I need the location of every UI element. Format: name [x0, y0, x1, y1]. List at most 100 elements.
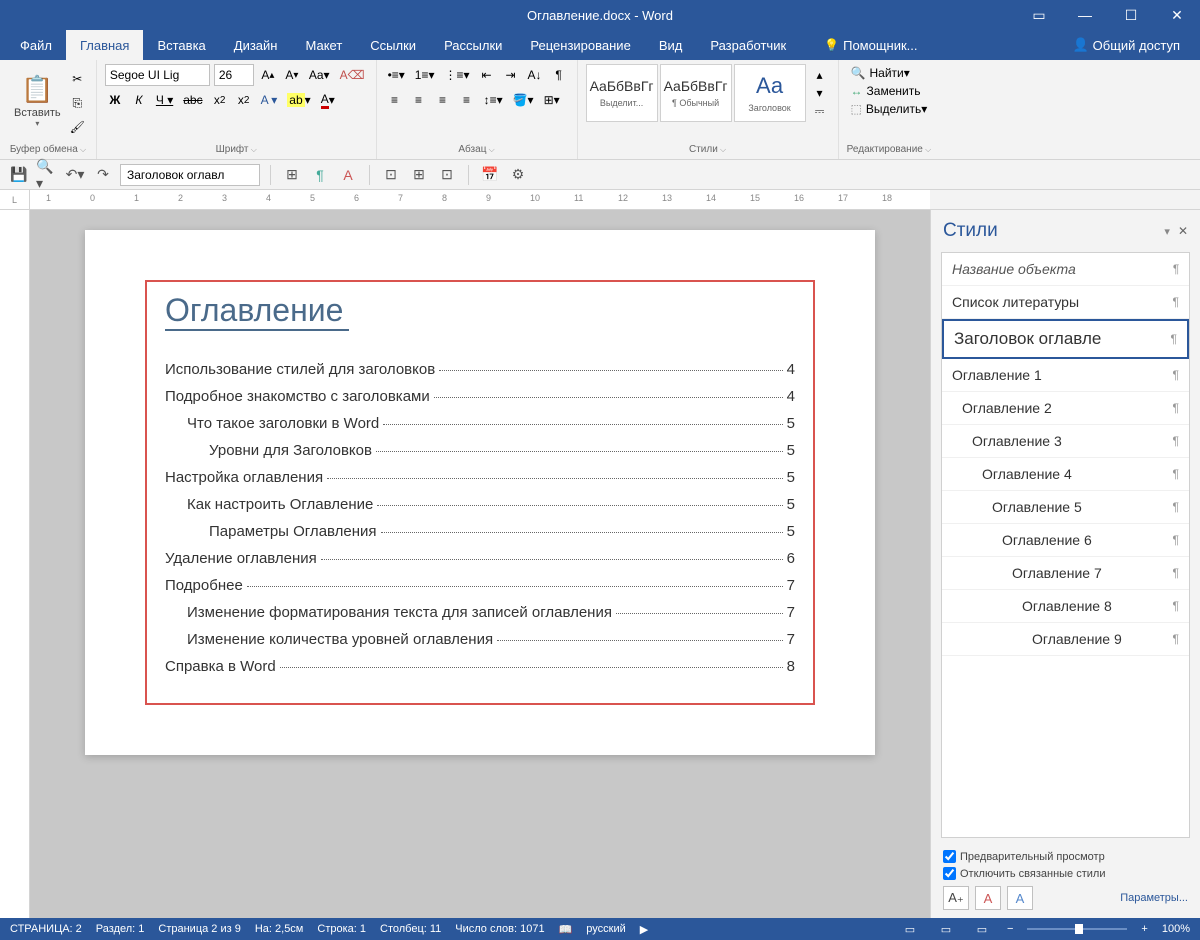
style-inspector-button[interactable]: A: [975, 886, 1001, 910]
toc-entry[interactable]: Подробнее7: [165, 577, 795, 594]
style-item[interactable]: Заголовок оглавле¶: [942, 319, 1189, 359]
italic-button[interactable]: К: [129, 89, 149, 111]
tab-mailings[interactable]: Рассылки: [430, 30, 516, 60]
find-button[interactable]: Найти ▾: [847, 64, 932, 82]
style-item[interactable]: Оглавление 4¶: [942, 458, 1189, 491]
style-item[interactable]: Название объекта¶: [942, 253, 1189, 286]
toc-entry[interactable]: Как настроить Оглавление5: [165, 496, 795, 513]
font-size-select[interactable]: [214, 64, 254, 86]
styles-scroll-up[interactable]: ▴: [810, 66, 830, 84]
style-item[interactable]: Оглавление 8¶: [942, 590, 1189, 623]
toc-entry[interactable]: Использование стилей для заголовков4: [165, 361, 795, 378]
toc-entry[interactable]: Изменение количества уровней оглавления7: [165, 631, 795, 648]
text-effects-button[interactable]: A ▾: [258, 89, 281, 111]
change-case-button[interactable]: Aa▾: [306, 64, 333, 86]
view-print-layout[interactable]: ▭: [935, 920, 957, 938]
toc-entry[interactable]: Настройка оглавления5: [165, 469, 795, 486]
style-tile-heading[interactable]: Аа Заголовок: [734, 64, 806, 122]
preview-icon[interactable]: 🔍▾: [36, 164, 58, 186]
borders-button[interactable]: ⊞▾: [541, 89, 563, 111]
tab-view[interactable]: Вид: [645, 30, 697, 60]
document-area[interactable]: Оглавление Использование стилей для заго…: [30, 210, 930, 918]
replace-button[interactable]: Заменить: [847, 82, 932, 100]
styles-params-link[interactable]: Параметры...: [1120, 892, 1188, 904]
tab-file[interactable]: Файл: [6, 30, 66, 60]
underline-button[interactable]: Ч ▾: [153, 89, 176, 111]
style-item[interactable]: Список литературы¶: [942, 286, 1189, 319]
subscript-button[interactable]: x2: [210, 89, 230, 111]
toc-entry[interactable]: Подробное знакомство с заголовками4: [165, 388, 795, 405]
zoom-slider[interactable]: [1027, 928, 1127, 930]
show-marks-button[interactable]: ¶: [549, 64, 569, 86]
maximize-button[interactable]: ☐: [1108, 0, 1154, 30]
status-proofing-icon[interactable]: 📖: [559, 923, 573, 936]
bullets-button[interactable]: •≡▾: [385, 64, 408, 86]
tab-review[interactable]: Рецензирование: [516, 30, 644, 60]
align-center-button[interactable]: ≡: [409, 89, 429, 111]
pane-dropdown-icon[interactable]: ▾: [1164, 225, 1170, 238]
style-item[interactable]: Оглавление 2¶: [942, 392, 1189, 425]
cut-button[interactable]: ✂: [67, 68, 88, 90]
share-button[interactable]: Общий доступ: [1062, 30, 1190, 60]
font-color-button[interactable]: A▾: [318, 89, 338, 111]
qat-btn-4[interactable]: ⊡: [380, 164, 402, 186]
style-item[interactable]: Оглавление 5¶: [942, 491, 1189, 524]
align-left-button[interactable]: ≡: [385, 89, 405, 111]
pane-close-icon[interactable]: ✕: [1178, 224, 1188, 238]
status-page-of[interactable]: Страница 2 из 9: [158, 923, 240, 935]
zoom-in-button[interactable]: +: [1141, 923, 1147, 935]
multilevel-button[interactable]: ⋮≡▾: [442, 64, 473, 86]
format-painter-button[interactable]: 🖌: [67, 116, 88, 138]
style-item[interactable]: Оглавление 9¶: [942, 623, 1189, 656]
decrease-indent-button[interactable]: ⇤: [477, 64, 497, 86]
qat-btn-2[interactable]: ¶: [309, 164, 331, 186]
paste-button[interactable]: 📋 Вставить ▾: [8, 64, 67, 138]
qat-btn-3[interactable]: A: [337, 164, 359, 186]
toc-entry[interactable]: Удаление оглавления6: [165, 550, 795, 567]
status-page[interactable]: СТРАНИЦА: 2: [10, 923, 82, 935]
sort-button[interactable]: A↓: [525, 64, 545, 86]
ribbon-options-icon[interactable]: ▭: [1016, 0, 1062, 30]
increase-indent-button[interactable]: ⇥: [501, 64, 521, 86]
close-button[interactable]: ✕: [1154, 0, 1200, 30]
styles-gallery-expand[interactable]: ⎓: [810, 102, 830, 120]
vertical-ruler[interactable]: [0, 210, 30, 918]
save-icon[interactable]: 💾: [8, 164, 30, 186]
disable-linked-checkbox[interactable]: Отключить связанные стили: [943, 867, 1188, 880]
shrink-font-button[interactable]: A▾: [282, 64, 302, 86]
status-column[interactable]: Столбец: 11: [380, 923, 441, 935]
toc-field[interactable]: Оглавление Использование стилей для заго…: [145, 280, 815, 705]
style-tile-emphasis[interactable]: АаБбВвГг Выделит...: [586, 64, 658, 122]
copy-button[interactable]: ⎘: [67, 92, 88, 114]
superscript-button[interactable]: x2: [234, 89, 254, 111]
highlight-button[interactable]: ab▾: [284, 89, 313, 111]
style-item[interactable]: Оглавление 3¶: [942, 425, 1189, 458]
view-web-layout[interactable]: ▭: [971, 920, 993, 938]
tab-home[interactable]: Главная: [66, 30, 143, 60]
view-read-mode[interactable]: ▭: [899, 920, 921, 938]
qat-btn-1[interactable]: ⊞: [281, 164, 303, 186]
status-words[interactable]: Число слов: 1071: [455, 923, 544, 935]
toc-entry[interactable]: Что такое заголовки в Word5: [165, 415, 795, 432]
style-tile-normal[interactable]: АаБбВвГг ¶ Обычный: [660, 64, 732, 122]
strikethrough-button[interactable]: abc: [180, 89, 205, 111]
toc-entry[interactable]: Изменение форматирования текста для запи…: [165, 604, 795, 621]
style-item[interactable]: Оглавление 1¶: [942, 359, 1189, 392]
style-item[interactable]: Оглавление 6¶: [942, 524, 1189, 557]
preview-checkbox[interactable]: Предварительный просмотр: [943, 850, 1188, 863]
status-at[interactable]: На: 2,5см: [255, 923, 304, 935]
style-selector[interactable]: [120, 164, 260, 186]
manage-styles-button[interactable]: A: [1007, 886, 1033, 910]
tab-references[interactable]: Ссылки: [356, 30, 430, 60]
line-spacing-button[interactable]: ↕≡▾: [481, 89, 506, 111]
font-name-select[interactable]: [105, 64, 210, 86]
minimize-button[interactable]: —: [1062, 0, 1108, 30]
styles-scroll-down[interactable]: ▾: [810, 84, 830, 102]
redo-icon[interactable]: ↷: [92, 164, 114, 186]
qat-btn-5[interactable]: ⊞: [408, 164, 430, 186]
status-macro-icon[interactable]: ▶: [640, 923, 648, 936]
toc-entry[interactable]: Параметры Оглавления5: [165, 523, 795, 540]
justify-button[interactable]: ≡: [457, 89, 477, 111]
grow-font-button[interactable]: A▴: [258, 64, 278, 86]
horizontal-ruler[interactable]: 10123456789101112131415161718: [30, 190, 930, 210]
